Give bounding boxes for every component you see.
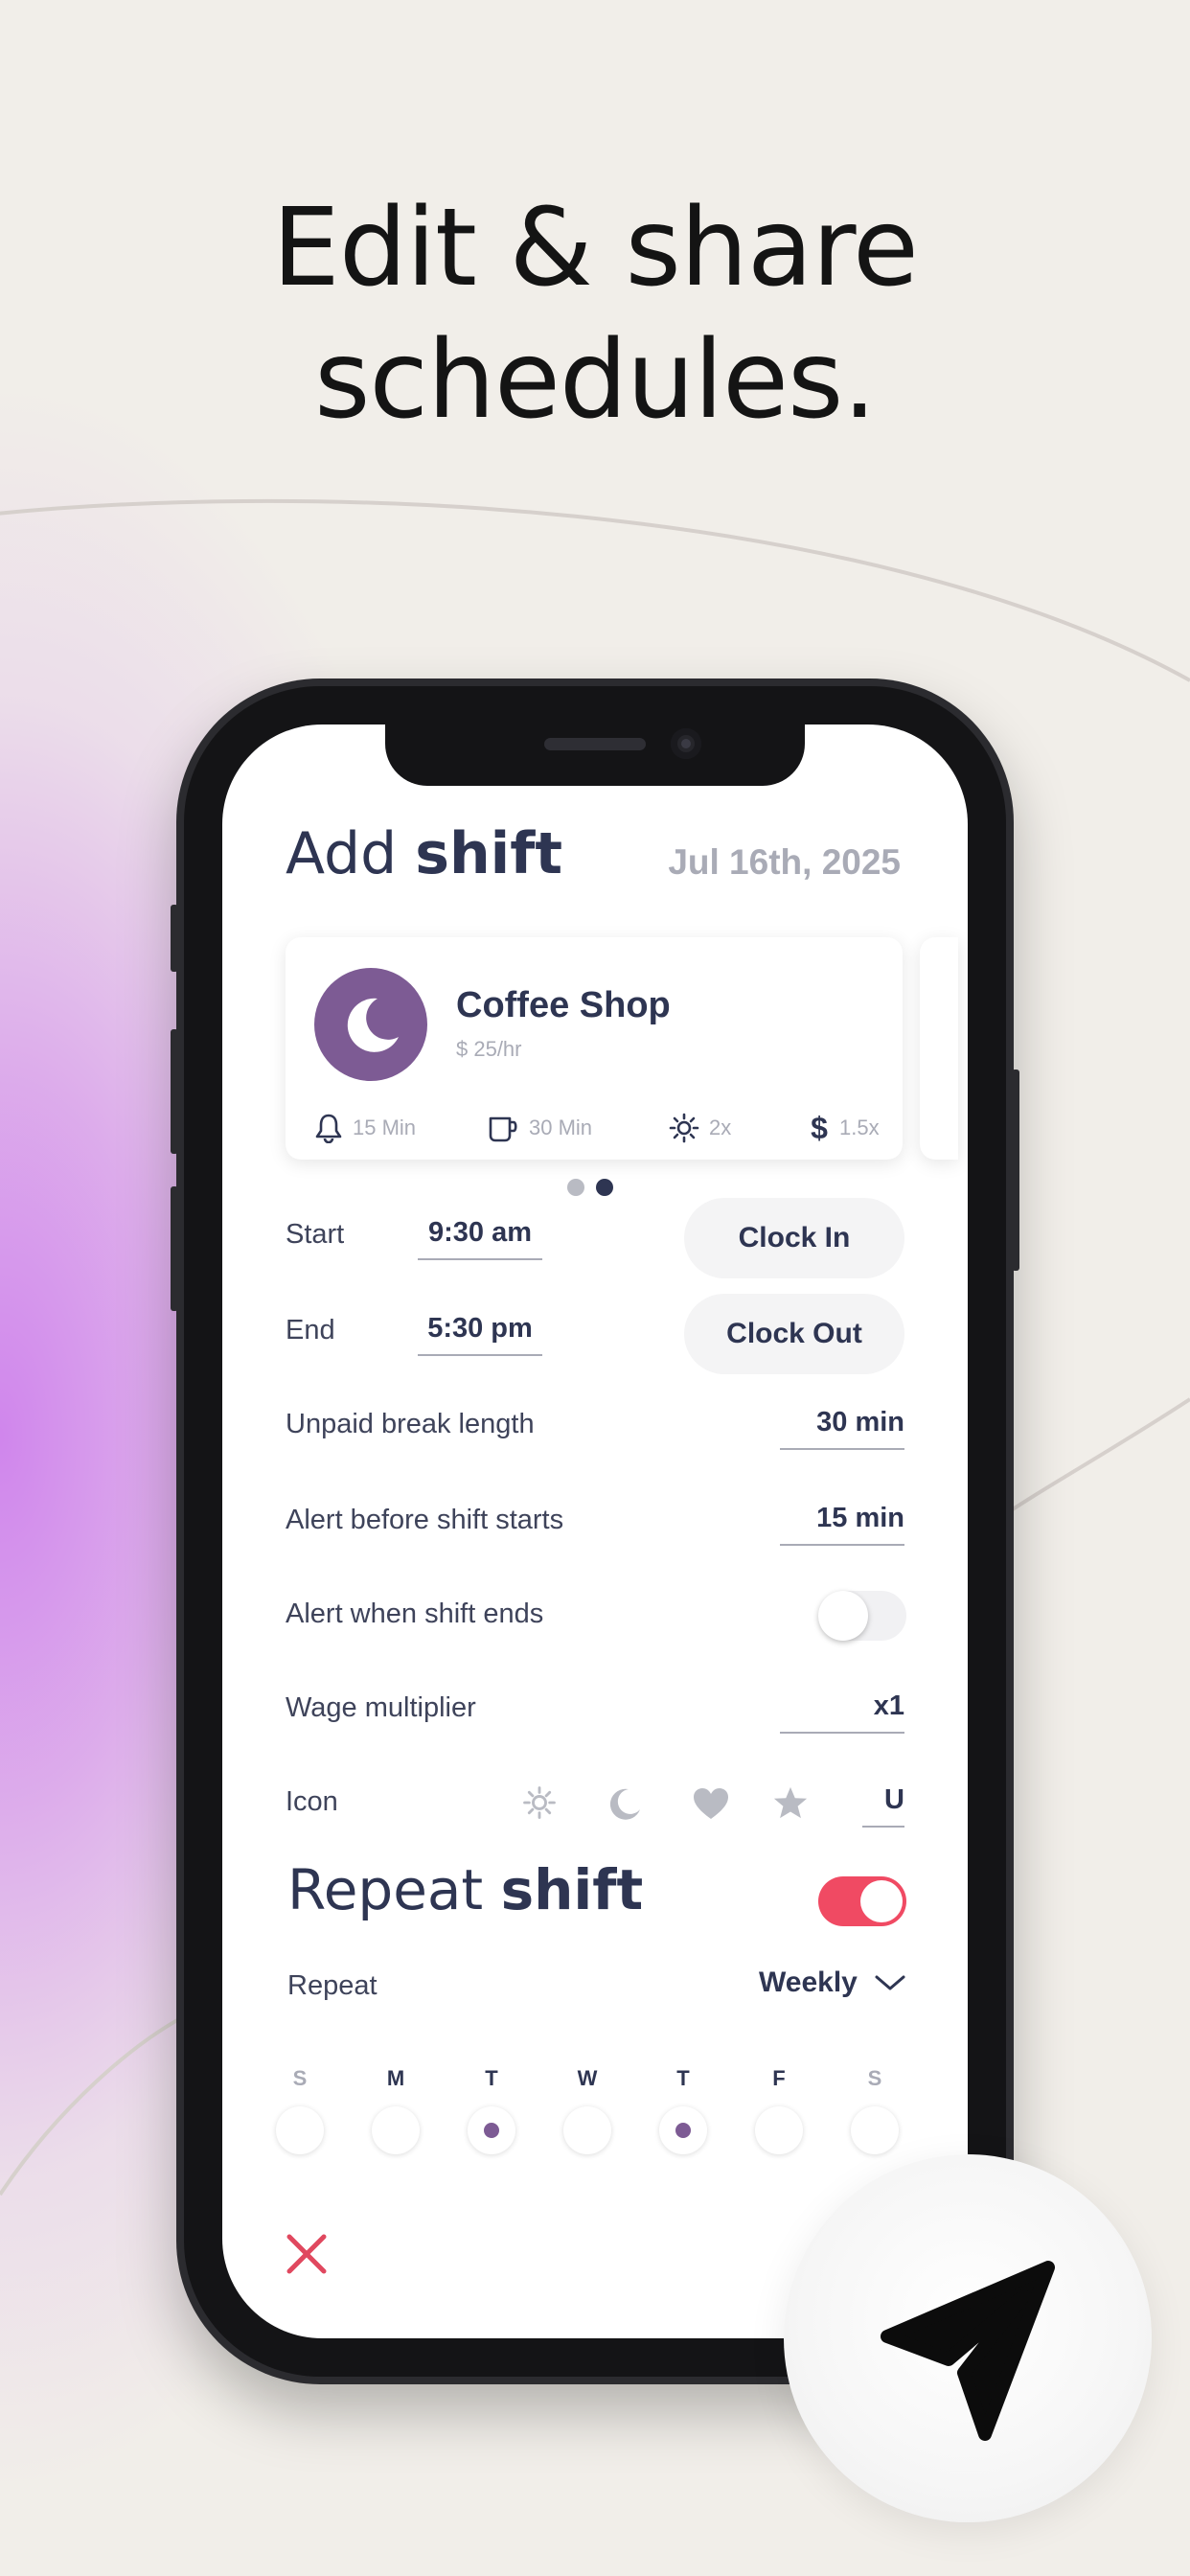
- page-title-bold: shift: [415, 820, 563, 887]
- bell-icon: [315, 1114, 342, 1143]
- stat-overtime: $ 1.5x: [809, 1112, 880, 1144]
- headline-line-1: Edit & share: [272, 186, 919, 310]
- job-rate: $ 25/hr: [456, 1037, 522, 1061]
- close-icon[interactable]: [286, 2233, 328, 2275]
- moon-icon[interactable]: [606, 1784, 644, 1823]
- stat-multiplier: 2x: [669, 1112, 731, 1144]
- volume-down-button: [171, 1186, 178, 1311]
- svg-text:$: $: [811, 1112, 828, 1144]
- coffee-cup-icon: [489, 1116, 517, 1142]
- app-screen: Add shift Jul 16th, 2025 Coffee Shop $ 2…: [222, 724, 968, 2338]
- repeat-shift-title: Repeat shift: [287, 1857, 643, 1922]
- headline: Edit & share schedules.: [0, 182, 1190, 447]
- stat-multiplier-label: 2x: [709, 1116, 732, 1139]
- power-button: [1012, 1070, 1019, 1271]
- headline-line-2: schedules.: [314, 318, 877, 443]
- stat-break: 30 Min: [487, 1112, 592, 1144]
- card-pager: [567, 1179, 613, 1196]
- start-label: Start: [286, 1219, 345, 1250]
- pager-dot[interactable]: [567, 1179, 584, 1196]
- weekday-letter: T: [485, 2066, 498, 2090]
- page-title-regular: Add: [286, 820, 398, 887]
- repeat-title-bold: shift: [500, 1857, 644, 1922]
- mute-switch: [171, 905, 178, 972]
- volume-up-button: [171, 1029, 178, 1154]
- job-card[interactable]: Coffee Shop $ 25/hr 15 Min 30 Min 2x $ 1…: [286, 937, 903, 1160]
- repeat-shift-toggle[interactable]: [818, 1876, 906, 1926]
- repeat-frequency-value: Weekly: [759, 1966, 858, 1998]
- weekday-toggle[interactable]: [563, 2106, 611, 2154]
- stat-overtime-label: 1.5x: [839, 1116, 880, 1139]
- end-time-field[interactable]: 5:30 pm: [418, 1313, 542, 1356]
- unpaid-break-label: Unpaid break length: [286, 1409, 535, 1439]
- stat-break-label: 30 Min: [529, 1116, 593, 1139]
- weekday-toggle[interactable]: [755, 2106, 803, 2154]
- page-title: Add shift: [286, 820, 562, 887]
- stat-alert-label: 15 Min: [353, 1116, 417, 1139]
- star-icon[interactable]: [772, 1784, 809, 1821]
- stat-alert: 15 Min: [314, 1112, 416, 1144]
- dollar-icon: $: [811, 1112, 828, 1144]
- next-job-card[interactable]: [920, 937, 958, 1160]
- custom-icon-field[interactable]: U: [862, 1784, 904, 1828]
- toggle-knob: [818, 1591, 868, 1641]
- end-label: End: [286, 1315, 335, 1346]
- icon-label: Icon: [286, 1786, 338, 1817]
- clock-out-button[interactable]: Clock Out: [684, 1294, 904, 1374]
- moon-icon: [347, 998, 399, 1052]
- weekday-toggle-selected[interactable]: [659, 2106, 707, 2154]
- shift-date[interactable]: Jul 16th, 2025: [668, 842, 901, 883]
- alert-end-toggle[interactable]: [818, 1591, 906, 1641]
- weekday-toggle[interactable]: [851, 2106, 899, 2154]
- clock-in-button[interactable]: Clock In: [684, 1198, 904, 1278]
- weekday-letter: W: [577, 2066, 598, 2090]
- phone-speaker: [544, 738, 646, 750]
- sun-icon: [669, 1113, 699, 1143]
- wage-multiplier-field[interactable]: x1: [780, 1690, 904, 1734]
- unpaid-break-field[interactable]: 30 min: [780, 1407, 904, 1450]
- repeat-label: Repeat: [287, 1970, 378, 2001]
- weekday-toggle[interactable]: [372, 2106, 420, 2154]
- toggle-knob: [860, 1880, 903, 1922]
- job-name: Coffee Shop: [456, 985, 671, 1025]
- send-icon: [881, 2261, 1055, 2441]
- start-time-field[interactable]: 9:30 am: [418, 1217, 542, 1260]
- chevron-down-icon: [875, 1975, 905, 1990]
- weekday-letter: F: [772, 2066, 786, 2090]
- share-button[interactable]: [784, 2154, 1152, 2522]
- wage-multiplier-label: Wage multiplier: [286, 1692, 476, 1723]
- alert-before-field[interactable]: 15 min: [780, 1503, 904, 1546]
- heart-icon[interactable]: [692, 1786, 730, 1821]
- alert-end-label: Alert when shift ends: [286, 1598, 544, 1629]
- pager-dot-active[interactable]: [596, 1179, 613, 1196]
- weekday-letter: T: [676, 2066, 690, 2090]
- job-avatar: [314, 968, 427, 1081]
- weekday-toggle-selected[interactable]: [468, 2106, 515, 2154]
- weekday-letter: S: [292, 2066, 308, 2090]
- weekday-letter: M: [386, 2066, 405, 2090]
- alert-before-label: Alert before shift starts: [286, 1505, 564, 1535]
- repeat-title-regular: Repeat: [287, 1857, 484, 1922]
- weekday-letter: S: [867, 2066, 882, 2090]
- sun-icon[interactable]: [521, 1784, 558, 1821]
- weekday-toggle[interactable]: [276, 2106, 324, 2154]
- phone-camera: [671, 728, 701, 759]
- repeat-frequency-select[interactable]: Weekly: [759, 1966, 909, 1999]
- phone-notch: [385, 724, 805, 786]
